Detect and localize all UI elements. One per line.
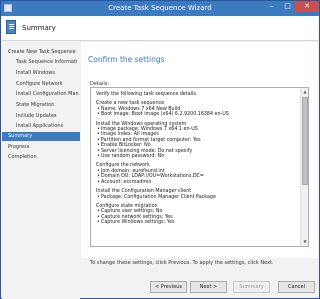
- cancel-button[interactable]: Cancel: [278, 281, 315, 293]
- details-line: Boot image: Boot image (x64) 6.2.9200.16…: [96, 112, 296, 118]
- details-line: Package: Configuration Manager Client Pa…: [96, 195, 296, 201]
- scroll-down-icon[interactable]: ▼: [301, 238, 308, 246]
- sidebar-item-task-sequence-information[interactable]: Task Sequence Informati: [2, 58, 80, 67]
- sidebar-item-state-migration[interactable]: State Migration: [2, 101, 80, 110]
- sidebar-item-configure-network[interactable]: Configure Network: [2, 80, 80, 89]
- sidebar-item-progress[interactable]: Progress: [2, 143, 80, 152]
- header-title: Summary: [22, 24, 56, 32]
- details-line: Verify the following task sequence detai…: [96, 92, 198, 97]
- details-textbox[interactable]: Verify the following task sequence detai…: [90, 87, 309, 247]
- main-panel: Confirm the settings Details: Verify the…: [81, 42, 318, 258]
- wizard-steps-sidebar: Create New Task Sequence Task Sequence I…: [2, 42, 80, 299]
- scroll-thumb[interactable]: [302, 97, 308, 185]
- sidebar-item-install-configuration-manager[interactable]: Install Configuration Man: [2, 90, 80, 99]
- sidebar-item-install-windows[interactable]: Install Windows: [2, 69, 80, 78]
- sidebar-item-include-updates[interactable]: Include Updates: [2, 112, 80, 121]
- details-line: Use random password: No: [96, 154, 296, 160]
- wizard-window: Create Task Sequence Wizard – □ ✕ Summar…: [0, 0, 320, 299]
- page-title: Confirm the settings: [88, 55, 165, 64]
- maximize-button[interactable]: □: [279, 1, 296, 12]
- next-button[interactable]: Next >: [190, 281, 227, 293]
- close-button[interactable]: ✕: [295, 1, 319, 12]
- wizard-header: Summary: [2, 16, 318, 41]
- sidebar-item-completion[interactable]: Completion: [2, 153, 80, 162]
- title-bar[interactable]: Create Task Sequence Wizard – □ ✕: [1, 1, 319, 16]
- sidebar-item-install-applications[interactable]: Install Applications: [2, 122, 80, 131]
- minimize-button[interactable]: –: [263, 1, 280, 12]
- footer-instructions: To change these settings, click Previous…: [90, 260, 274, 266]
- sidebar-item-create-new-task-sequence[interactable]: Create New Task Sequence: [2, 48, 80, 57]
- details-content: Verify the following task sequence detai…: [96, 92, 296, 226]
- details-line: Account: eccmadmin: [96, 180, 296, 186]
- wizard-icon: [6, 20, 16, 34]
- previous-button[interactable]: < Previous: [150, 281, 187, 293]
- details-scrollbar[interactable]: ▲ ▼: [300, 88, 308, 246]
- scroll-up-icon[interactable]: ▲: [301, 88, 308, 96]
- sidebar-item-summary[interactable]: Summary: [2, 132, 80, 141]
- details-line: Capture Windows settings: Yes: [96, 220, 296, 226]
- summary-button: Summary: [233, 281, 270, 293]
